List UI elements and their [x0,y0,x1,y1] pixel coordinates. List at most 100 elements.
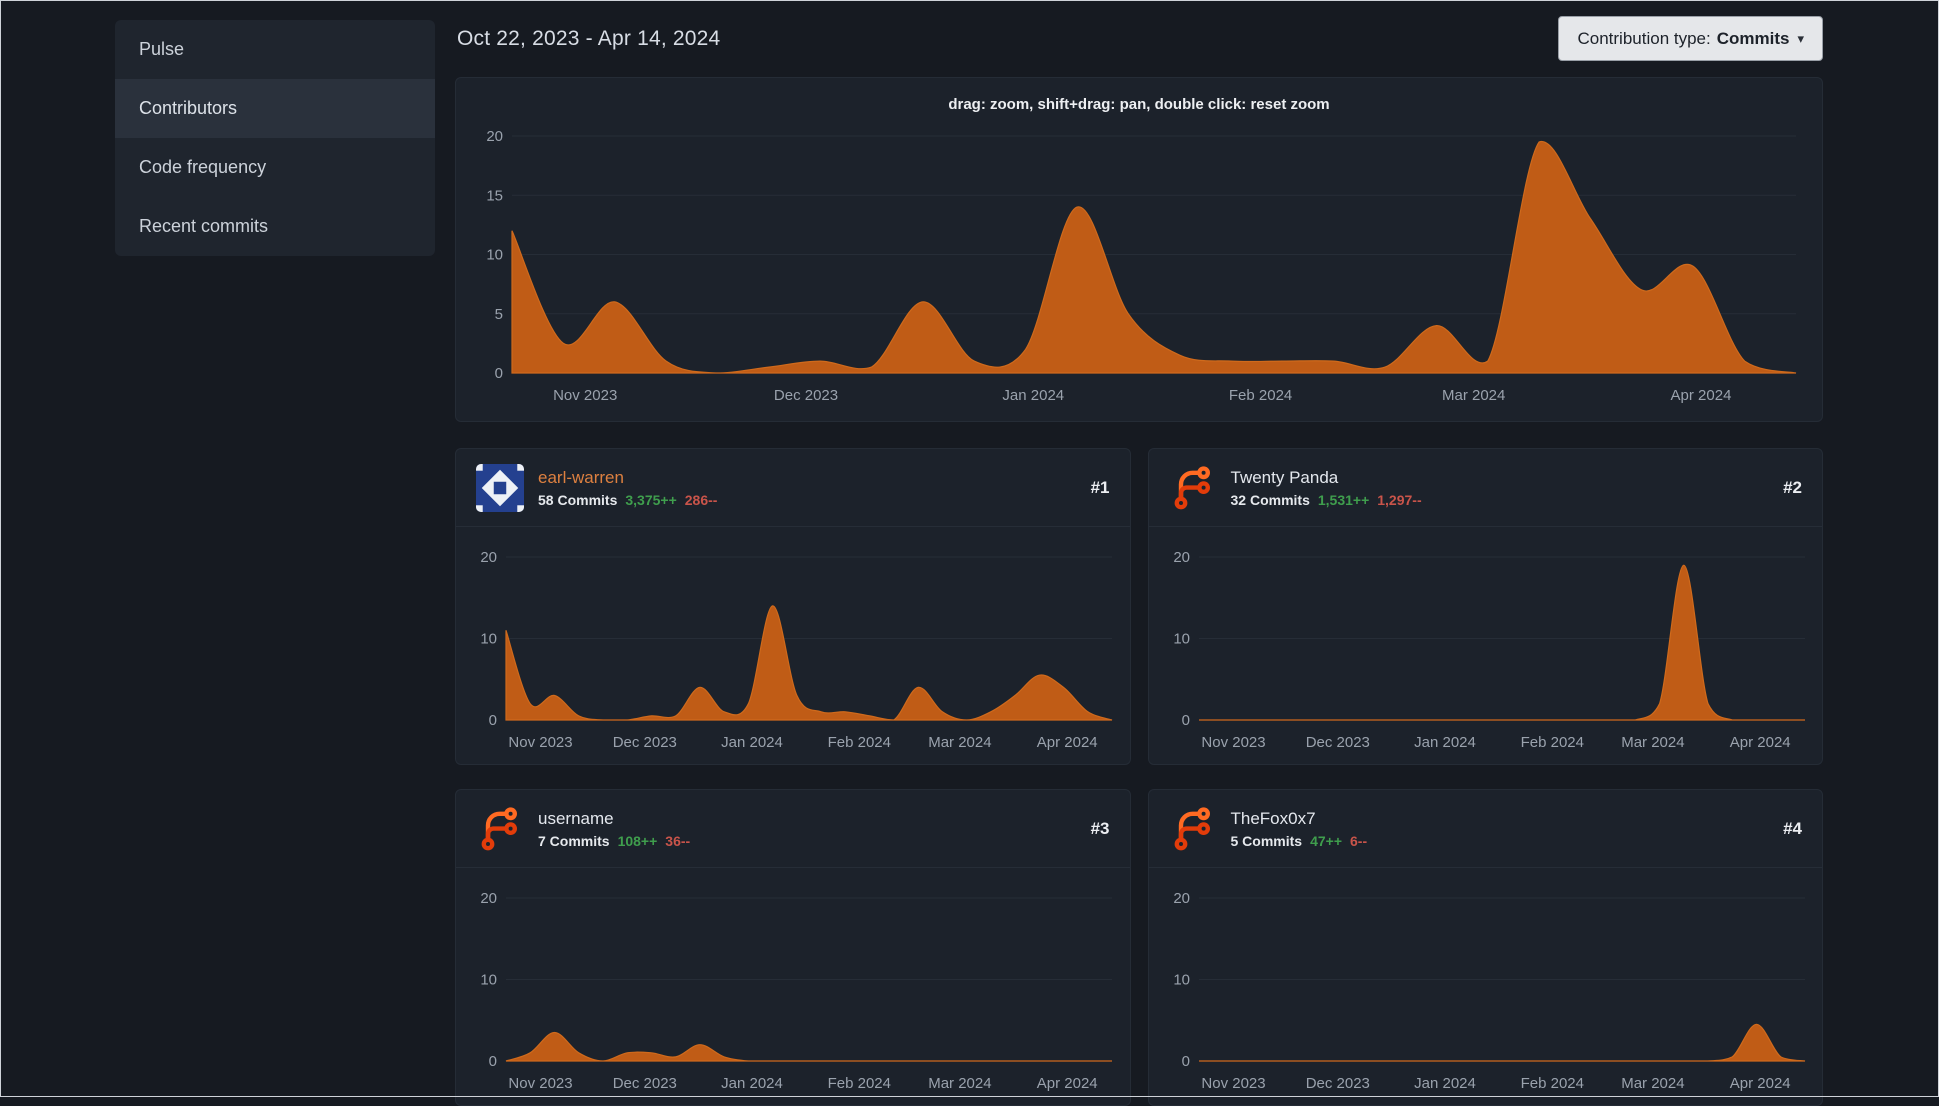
contributors-page: Oct 22, 2023 - Apr 14, 2024 Contribution… [455,0,1823,1106]
svg-text:Feb 2024: Feb 2024 [828,734,891,751]
contributor-cards-grid: earl-warren 58 Commits 3,375++ 286-- #1 … [455,448,1823,1106]
svg-text:Dec 2023: Dec 2023 [774,387,838,404]
contributor-chart[interactable]: 0 10 20 Nov 2023 Dec 2023 Jan 2024 Feb 2024 Mar… [1149,868,1823,1105]
contributor-meta: Twenty Panda 32 Commits 1,531++ 1,297-- [1231,468,1770,508]
svg-text:15: 15 [486,187,503,204]
svg-text:10: 10 [480,631,497,648]
overall-contributions-chart[interactable]: 0 5 10 15 20 Nov 2023 Dec 2023 Jan 2024 Feb 2024… [456,124,1822,419]
svg-text:Apr 2024: Apr 2024 [1729,1075,1790,1092]
commit-count: 32 Commits [1230,491,1310,508]
svg-text:Mar 2024: Mar 2024 [928,1075,991,1092]
date-range-title: Oct 22, 2023 - Apr 14, 2024 [457,26,721,50]
contribution-type-dropdown[interactable]: Contribution type: Commits ▾ [1558,16,1823,61]
forgejo-logo-icon [1174,806,1210,850]
rank-badge: #4 [1783,818,1802,838]
deletions-count: 36-- [665,832,691,849]
contribution-type-label: Contribution type: [1577,28,1711,48]
svg-text:Nov 2023: Nov 2023 [553,387,617,404]
chevron-down-icon: ▾ [1797,31,1804,46]
avatar[interactable] [476,805,524,853]
contributor-card: username 7 Commits 108++ 36-- #3 0 10 20 No… [455,789,1131,1106]
commit-count: 7 Commits [538,832,610,849]
svg-text:10: 10 [486,247,503,264]
svg-text:Nov 2023: Nov 2023 [508,1075,572,1092]
contributor-card-header: username 7 Commits 108++ 36-- #3 [456,790,1130,868]
avatar[interactable] [1169,805,1217,853]
contributor-card: TheFox0x7 5 Commits 47++ 6-- #4 0 10 20 Nov… [1147,789,1823,1106]
contributor-card-header: Twenty Panda 32 Commits 1,531++ 1,297-- … [1148,449,1822,527]
svg-text:Mar 2024: Mar 2024 [1621,734,1684,751]
contributor-card: Twenty Panda 32 Commits 1,531++ 1,297-- … [1147,448,1823,765]
additions-count: 108++ [617,832,658,849]
commit-count: 58 Commits [538,491,618,508]
svg-text:20: 20 [480,890,497,907]
contributor-chart[interactable]: 0 10 20 Nov 2023 Dec 2023 Jan 2024 Feb 2024 Mar… [456,527,1130,764]
svg-text:Feb 2024: Feb 2024 [1520,734,1583,751]
contributor-name-link[interactable]: TheFox0x7 [1231,809,1770,829]
svg-text:Apr 2024: Apr 2024 [1037,1075,1098,1092]
svg-text:Dec 2023: Dec 2023 [1305,734,1369,751]
forgejo-logo-icon [481,806,517,850]
rank-badge: #2 [1783,477,1802,497]
deletions-count: 6-- [1350,832,1368,849]
svg-text:20: 20 [1173,890,1190,907]
commit-count: 5 Commits [1230,832,1303,849]
svg-text:Apr 2024: Apr 2024 [1729,734,1790,751]
svg-text:10: 10 [1173,631,1190,648]
svg-text:Feb 2024: Feb 2024 [828,1075,891,1092]
contributor-name-link[interactable]: Twenty Panda [1231,468,1770,488]
contributor-meta: earl-warren 58 Commits 3,375++ 286-- [538,468,1077,508]
svg-text:0: 0 [1181,712,1189,729]
rank-badge: #3 [1090,818,1110,838]
svg-text:Nov 2023: Nov 2023 [1201,1075,1265,1092]
svg-text:10: 10 [1173,972,1190,989]
contributor-chart[interactable]: 0 10 20 Nov 2023 Dec 2023 Jan 2024 Feb 2024 Mar… [1149,527,1823,764]
svg-text:Apr 2024: Apr 2024 [1037,734,1098,751]
svg-text:0: 0 [489,1053,497,1070]
chart-zoom-hint: drag: zoom, shift+drag: pan, double clic… [948,96,1330,113]
sidebar-item-recent-commits[interactable]: Recent commits [115,197,435,256]
avatar[interactable] [1169,464,1217,512]
contributor-chart[interactable]: 0 10 20 Nov 2023 Dec 2023 Jan 2024 Feb 2024 Mar… [456,868,1130,1105]
contributor-stats: 5 Commits 47++ 6-- [1231,833,1770,849]
forgejo-logo-icon [1174,465,1210,509]
svg-text:0: 0 [495,365,503,382]
contributor-card: earl-warren 58 Commits 3,375++ 286-- #1 … [455,448,1131,765]
sidebar-item-contributors[interactable]: Contributors [115,79,435,138]
svg-text:20: 20 [486,128,503,145]
contribution-type-value: Commits [1716,28,1790,48]
contributor-meta: username 7 Commits 108++ 36-- [538,809,1077,849]
additions-count: 3,375++ [625,491,677,508]
contributor-stats: 32 Commits 1,531++ 1,297-- [1231,492,1770,508]
svg-text:0: 0 [489,712,497,729]
svg-text:Apr 2024: Apr 2024 [1671,387,1732,404]
svg-text:Jan 2024: Jan 2024 [721,1075,783,1092]
page-header: Oct 22, 2023 - Apr 14, 2024 Contribution… [455,0,1823,62]
svg-text:Mar 2024: Mar 2024 [1621,1075,1684,1092]
svg-text:Nov 2023: Nov 2023 [508,734,572,751]
svg-text:Feb 2024: Feb 2024 [1520,1075,1583,1092]
avatar[interactable] [476,463,524,512]
overall-contributions-card: drag: zoom, shift+drag: pan, double clic… [455,77,1823,422]
svg-text:10: 10 [480,972,497,989]
additions-count: 47++ [1310,832,1343,849]
svg-text:Jan 2024: Jan 2024 [721,734,783,751]
sidebar-item-pulse[interactable]: Pulse [115,20,435,79]
svg-text:Jan 2024: Jan 2024 [1414,1075,1476,1092]
identicon-avatar-icon [476,463,524,512]
activity-side-menu: Pulse Contributors Code frequency Recent… [115,20,435,256]
svg-text:Feb 2024: Feb 2024 [1229,387,1292,404]
sidebar-item-code-frequency[interactable]: Code frequency [115,138,435,197]
svg-text:20: 20 [1173,549,1190,566]
contributor-card-header: earl-warren 58 Commits 3,375++ 286-- #1 [456,449,1130,527]
additions-count: 1,531++ [1317,491,1370,508]
contributor-name-link[interactable]: username [538,809,1077,829]
deletions-count: 286-- [684,491,718,508]
svg-text:Jan 2024: Jan 2024 [1414,734,1476,751]
contributor-name-link[interactable]: earl-warren [538,468,1077,488]
svg-text:Dec 2023: Dec 2023 [613,1075,677,1092]
svg-text:Dec 2023: Dec 2023 [1305,1075,1369,1092]
contributor-meta: TheFox0x7 5 Commits 47++ 6-- [1231,809,1770,849]
svg-text:Nov 2023: Nov 2023 [1201,734,1265,751]
svg-text:0: 0 [1181,1053,1189,1070]
